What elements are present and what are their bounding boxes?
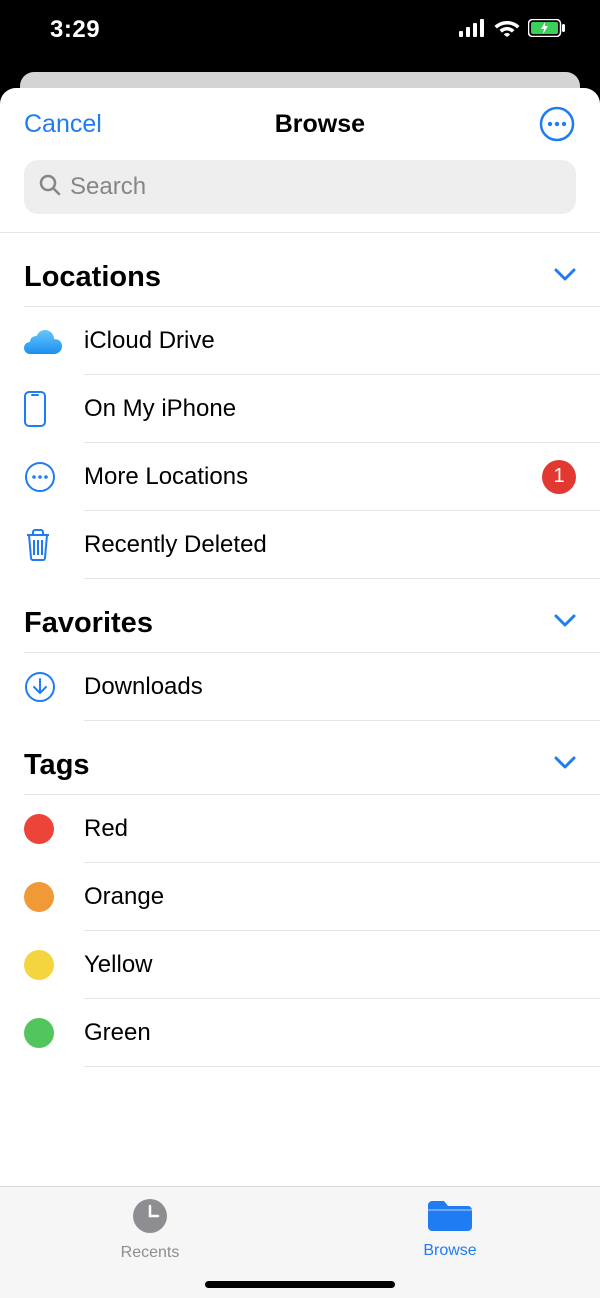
tag-red[interactable]: Red <box>24 795 600 863</box>
locations-header[interactable]: Locations <box>0 233 600 306</box>
row-label: Downloads <box>84 673 203 701</box>
location-more-locations[interactable]: More Locations 1 <box>24 443 600 511</box>
browse-sheet: Cancel Browse Search Locations <box>0 88 600 1298</box>
battery-charging-icon <box>528 19 566 42</box>
favorites-title: Favorites <box>24 607 153 640</box>
locations-title: Locations <box>24 261 161 294</box>
favorites-list: Downloads <box>0 652 600 721</box>
cancel-button[interactable]: Cancel <box>24 110 102 139</box>
iphone-icon <box>24 391 84 427</box>
chevron-down-icon <box>554 756 576 775</box>
tag-dot-icon <box>24 814 54 844</box>
search-placeholder: Search <box>70 173 146 201</box>
row-label: Yellow <box>84 951 153 979</box>
chevron-down-icon <box>554 268 576 287</box>
status-time: 3:29 <box>50 16 100 44</box>
location-icloud-drive[interactable]: iCloud Drive <box>24 307 600 375</box>
ellipsis-circle-icon <box>24 461 84 493</box>
row-label: Orange <box>84 883 164 911</box>
download-circle-icon <box>24 671 84 703</box>
icloud-icon <box>24 328 84 354</box>
row-label: iCloud Drive <box>84 327 215 355</box>
tags-list: Red Orange Yellow Green <box>0 794 600 1067</box>
location-recently-deleted[interactable]: Recently Deleted <box>24 511 600 579</box>
page-title: Browse <box>275 110 365 139</box>
tags-header[interactable]: Tags <box>0 721 600 794</box>
cellular-icon <box>459 19 486 42</box>
row-label: On My iPhone <box>84 395 236 423</box>
content-scroll[interactable]: Locations iCloud Drive On My iP <box>0 232 600 1298</box>
tag-orange[interactable]: Orange <box>24 863 600 931</box>
wifi-icon <box>494 18 520 42</box>
row-label: More Locations <box>84 463 248 491</box>
home-indicator[interactable] <box>205 1281 395 1288</box>
search-icon <box>38 173 62 202</box>
clock-icon <box>131 1197 169 1240</box>
status-bar: 3:29 <box>0 0 600 60</box>
tag-dot-icon <box>24 882 54 912</box>
tag-dot-icon <box>24 950 54 980</box>
location-on-my-iphone[interactable]: On My iPhone <box>24 375 600 443</box>
tab-label: Recents <box>121 1244 180 1262</box>
folder-icon <box>428 1197 472 1238</box>
trash-icon <box>24 528 84 562</box>
locations-list: iCloud Drive On My iPhone More Locations… <box>0 306 600 579</box>
tab-label: Browse <box>423 1242 476 1260</box>
favorites-header[interactable]: Favorites <box>0 579 600 652</box>
tag-dot-icon <box>24 1018 54 1048</box>
tag-yellow[interactable]: Yellow <box>24 931 600 999</box>
tab-bar: Recents Browse <box>0 1186 600 1298</box>
status-icons <box>459 18 566 42</box>
tags-title: Tags <box>24 749 90 782</box>
favorite-downloads[interactable]: Downloads <box>24 653 600 721</box>
nav-bar: Cancel Browse <box>0 88 600 160</box>
search-container: Search <box>0 160 600 232</box>
notification-badge: 1 <box>542 460 576 494</box>
row-label: Green <box>84 1019 151 1047</box>
ellipsis-circle-icon <box>539 106 575 142</box>
tag-green[interactable]: Green <box>24 999 600 1067</box>
row-label: Recently Deleted <box>84 531 267 559</box>
search-input[interactable]: Search <box>24 160 576 214</box>
device-frame: 3:29 Cancel Browse <box>0 0 600 1298</box>
more-button[interactable] <box>538 105 576 143</box>
chevron-down-icon <box>554 614 576 633</box>
row-label: Red <box>84 815 128 843</box>
